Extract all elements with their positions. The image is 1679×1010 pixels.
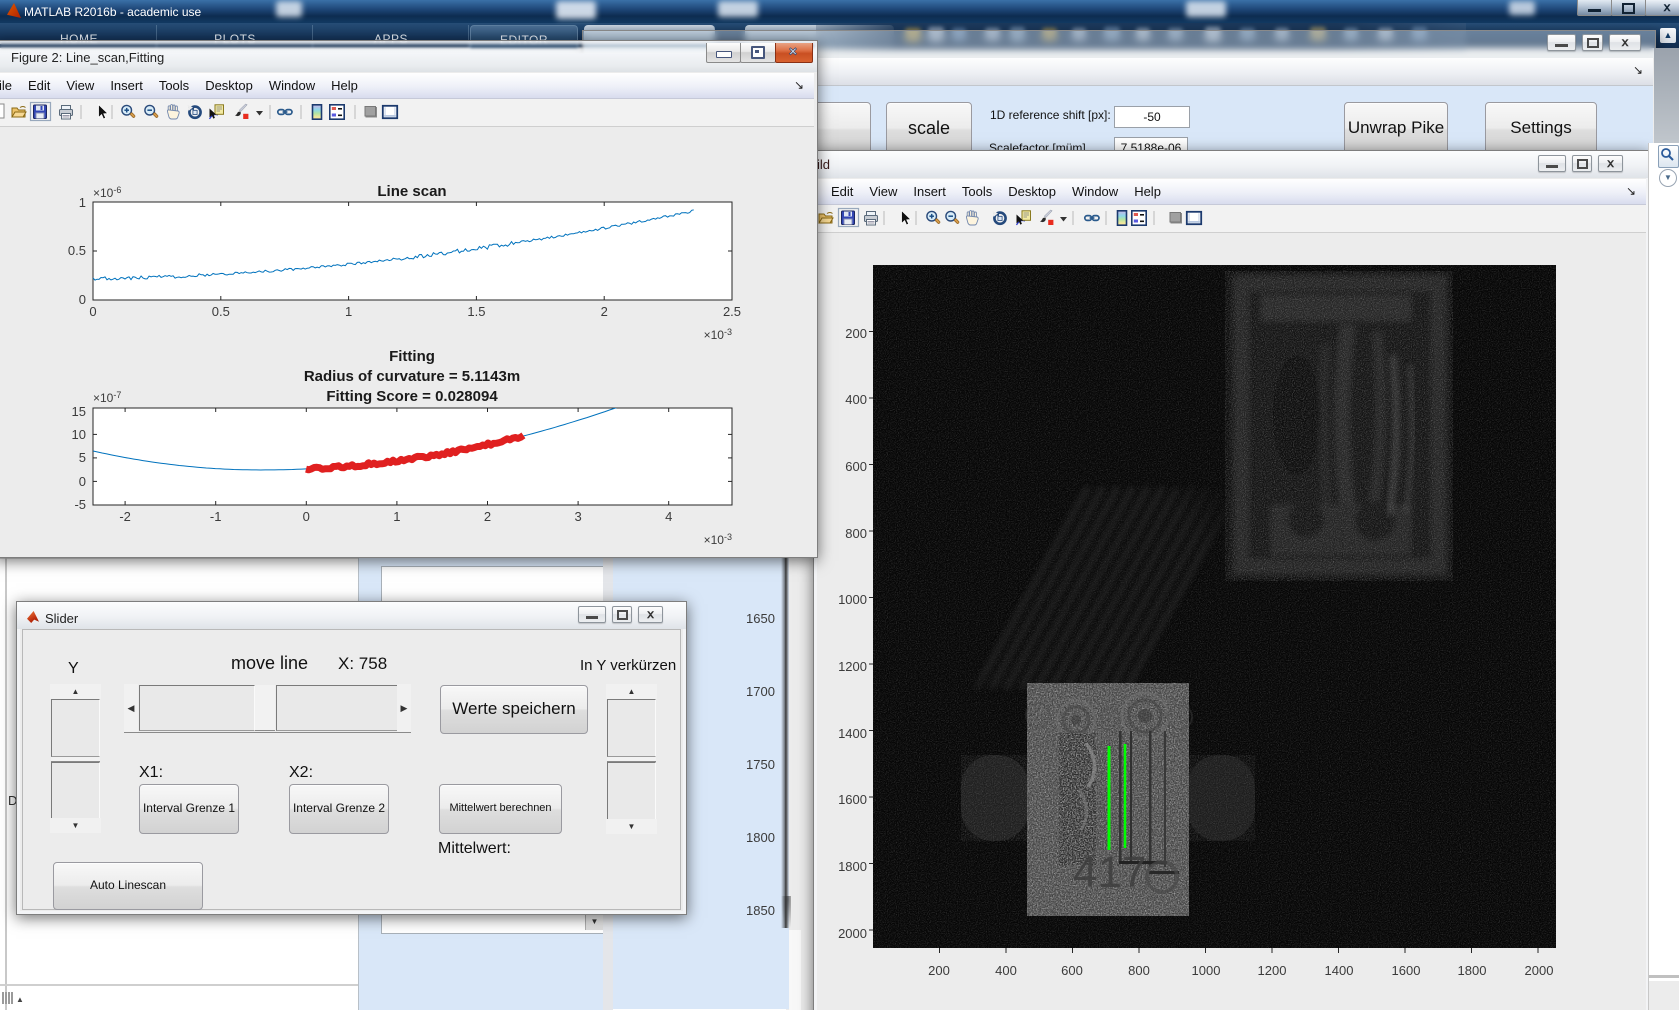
svg-text:Fitting Score = 0.028094: Fitting Score = 0.028094 bbox=[326, 388, 498, 405]
svg-text:0: 0 bbox=[79, 292, 86, 307]
svg-text:Line scan: Line scan bbox=[377, 183, 446, 200]
svg-text:0.5: 0.5 bbox=[212, 304, 230, 319]
svg-text:3: 3 bbox=[574, 509, 581, 524]
svg-text:0: 0 bbox=[303, 509, 310, 524]
svg-text:-2: -2 bbox=[119, 509, 131, 524]
svg-text:-1: -1 bbox=[210, 509, 222, 524]
svg-text:1: 1 bbox=[393, 509, 400, 524]
svg-text:Fitting: Fitting bbox=[389, 348, 435, 365]
svg-text:10: 10 bbox=[72, 427, 86, 442]
svg-text:5: 5 bbox=[79, 450, 86, 465]
svg-text:1.5: 1.5 bbox=[467, 304, 485, 319]
svg-text:0: 0 bbox=[79, 474, 86, 489]
svg-text:0.5: 0.5 bbox=[68, 243, 86, 258]
svg-text:2: 2 bbox=[484, 509, 491, 524]
svg-text:×10-6: ×10-6 bbox=[93, 185, 121, 200]
svg-text:15: 15 bbox=[72, 404, 86, 419]
svg-text:417: 417 bbox=[1073, 848, 1146, 897]
svg-text:Radius of curvature = 5.1143m: Radius of curvature = 5.1143m bbox=[304, 368, 520, 385]
svg-text:-5: -5 bbox=[74, 497, 86, 512]
svg-text:×10-3: ×10-3 bbox=[704, 327, 732, 342]
svg-text:2: 2 bbox=[601, 304, 608, 319]
svg-text:×10-7: ×10-7 bbox=[93, 390, 121, 405]
svg-text:×10-3: ×10-3 bbox=[704, 532, 732, 547]
svg-text:2.5: 2.5 bbox=[723, 304, 741, 319]
svg-text:0: 0 bbox=[89, 304, 96, 319]
svg-text:4: 4 bbox=[665, 509, 672, 524]
svg-text:×: × bbox=[789, 43, 797, 59]
svg-text:1: 1 bbox=[345, 304, 352, 319]
svg-text:1: 1 bbox=[79, 195, 86, 210]
